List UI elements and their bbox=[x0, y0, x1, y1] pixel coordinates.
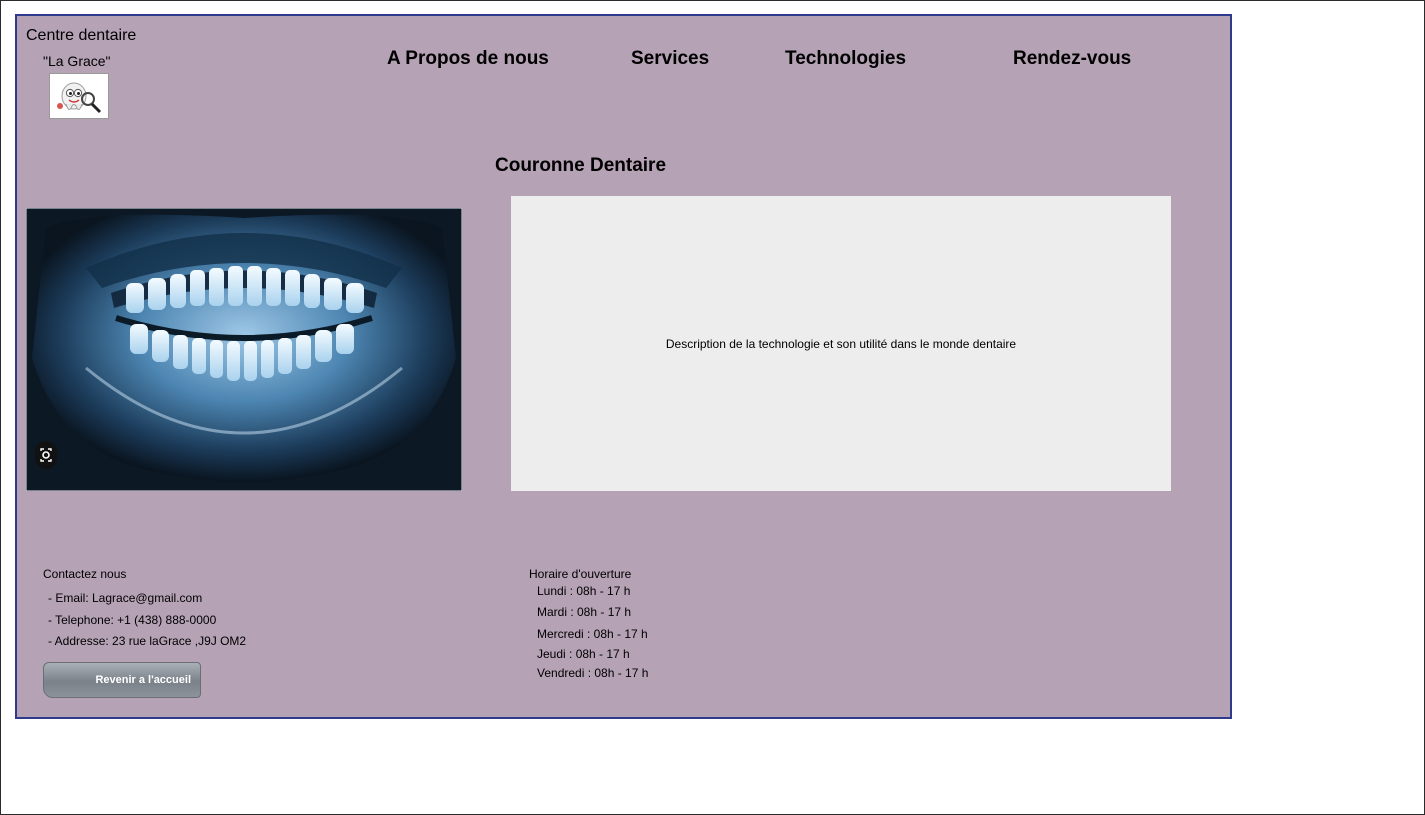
brand-name: Centre dentaire bbox=[26, 27, 137, 44]
nav-item-technologies[interactable]: Technologies bbox=[785, 48, 906, 70]
description-text: Description de la technologie et son uti… bbox=[665, 336, 1017, 351]
nav-item-rendez-vous[interactable]: Rendez-vous bbox=[1013, 48, 1131, 70]
contact-heading: Contactez nous bbox=[43, 567, 127, 581]
home-button-label: Revenir a l'accueil bbox=[95, 674, 191, 686]
hours-wednesday: Mercredi : 08h - 17 h bbox=[537, 627, 648, 641]
panoramic-dental-xray-image bbox=[26, 208, 462, 491]
contact-address: - Addresse: 23 rue laGrace ,J9J OM2 bbox=[48, 634, 247, 648]
hours-thursday: Jeudi : 08h - 17 h bbox=[537, 647, 630, 661]
image-search-icon[interactable] bbox=[35, 441, 57, 469]
nav-item-services[interactable]: Services bbox=[631, 48, 709, 70]
hours-monday: Lundi : 08h - 17 h bbox=[537, 584, 631, 598]
brand-subtitle: "La Grace" bbox=[43, 53, 111, 69]
nav-item-a-propos[interactable]: A Propos de nous bbox=[387, 48, 549, 70]
contact-phone: - Telephone: +1 (438) 888-0000 bbox=[48, 613, 217, 627]
page-container: Centre dentaire "La Grace" A Propos de n… bbox=[15, 14, 1232, 719]
contact-email: - Email: Lagrace@gmail.com bbox=[48, 591, 203, 605]
page-title: Couronne Dentaire bbox=[495, 155, 667, 176]
hours-heading: Horaire d'ouverture bbox=[529, 567, 632, 581]
technology-description: Description de la technologie et son uti… bbox=[511, 196, 1171, 491]
hours-tuesday: Mardi : 08h - 17 h bbox=[537, 605, 632, 619]
tooth-magnifier-icon[interactable] bbox=[49, 73, 109, 119]
home-button[interactable]: Revenir a l'accueil bbox=[43, 662, 201, 698]
hours-friday: Vendredi : 08h - 17 h bbox=[537, 666, 649, 680]
